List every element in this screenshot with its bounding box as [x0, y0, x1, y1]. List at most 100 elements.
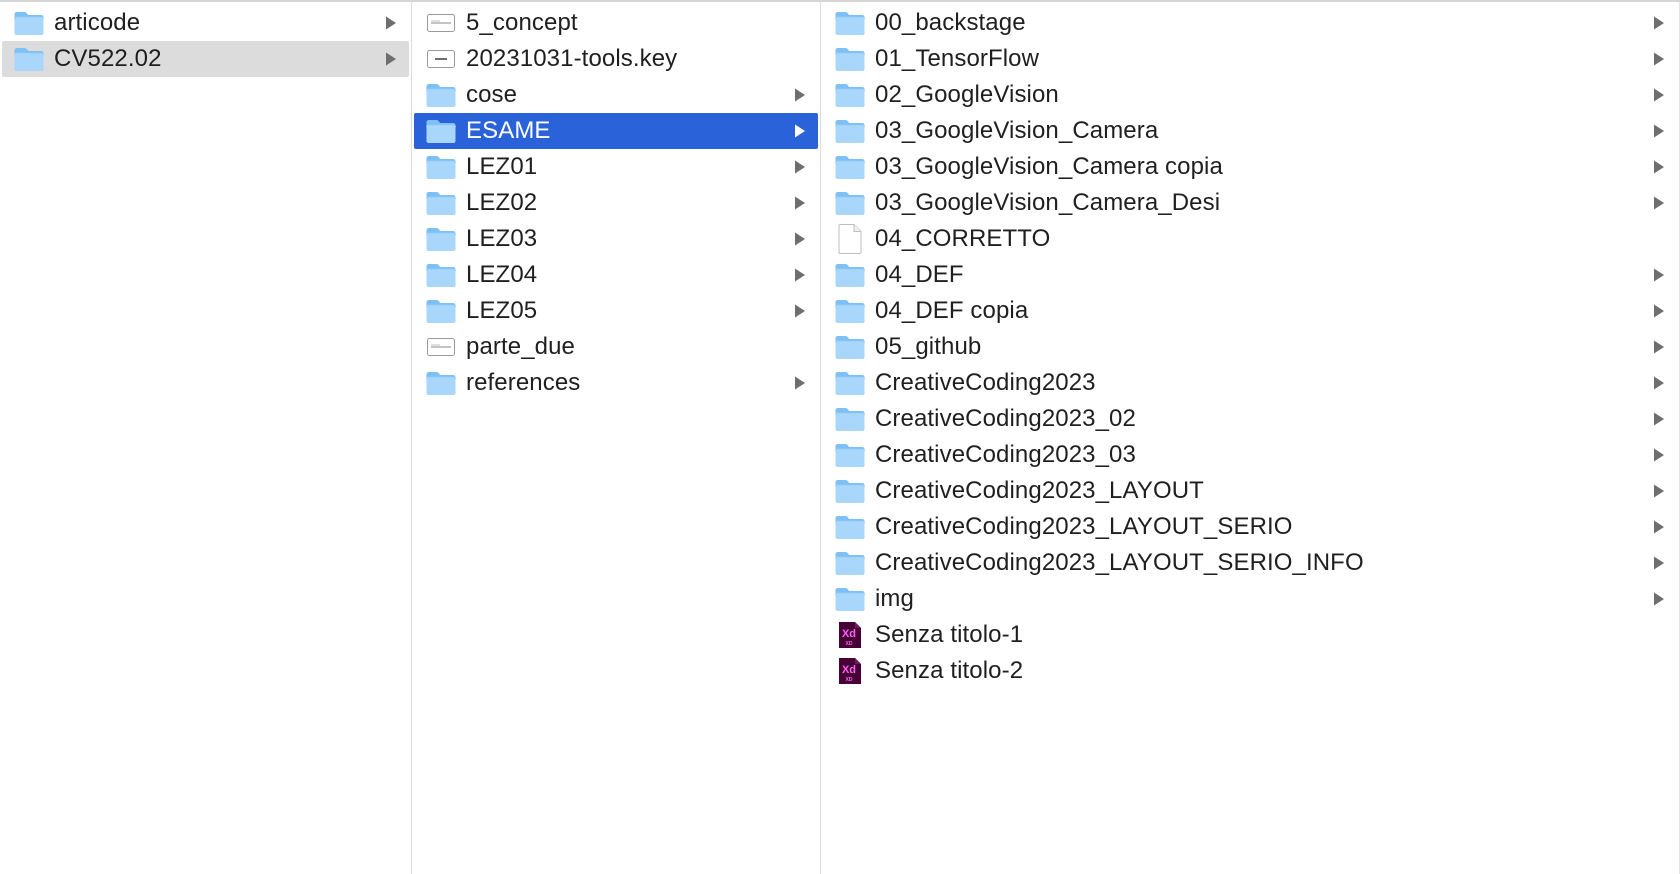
disclosure-arrow-icon: [381, 13, 401, 33]
item-name: 03_GoogleVision_Camera: [875, 117, 1159, 144]
disclosure-arrow-icon: [1649, 517, 1669, 537]
folder-item[interactable]: img: [823, 581, 1677, 617]
folder-icon: [424, 261, 458, 289]
disclosure-arrow-icon: [1649, 265, 1669, 285]
folder-item[interactable]: 03_GoogleVision_Camera copia: [823, 149, 1677, 185]
document-thumbnail-icon: [424, 333, 458, 361]
disclosure-arrow-icon: [1649, 553, 1669, 573]
folder-icon: [424, 369, 458, 397]
file-item[interactable]: 04_CORRETTO: [823, 221, 1677, 257]
folder-icon: [424, 225, 458, 253]
disclosure-arrow-icon: [1649, 409, 1669, 429]
disclosure-arrow-icon: [790, 85, 810, 105]
item-name: CreativeCoding2023_LAYOUT_SERIO_INFO: [875, 549, 1364, 576]
disclosure-arrow-icon: [1649, 49, 1669, 69]
file-item[interactable]: 20231031-tools.key: [414, 41, 818, 77]
folder-item[interactable]: LEZ03: [414, 221, 818, 257]
finder-column-view: articode CV522.02 5_concept 20231031-tools…: [0, 0, 1680, 874]
folder-item[interactable]: 03_GoogleVision_Camera: [823, 113, 1677, 149]
folder-item[interactable]: 05_github: [823, 329, 1677, 365]
item-name: 03_GoogleVision_Camera copia: [875, 153, 1223, 180]
folder-icon: [833, 585, 867, 613]
disclosure-arrow-icon: [1649, 121, 1669, 141]
disclosure-arrow-icon: [381, 49, 401, 69]
file-item[interactable]: Xd XD Senza titolo-2: [823, 653, 1677, 689]
item-name: 02_GoogleVision: [875, 81, 1059, 108]
folder-item[interactable]: cose: [414, 77, 818, 113]
folder-icon: [833, 297, 867, 325]
folder-item[interactable]: CreativeCoding2023_LAYOUT: [823, 473, 1677, 509]
item-name: articode: [54, 9, 141, 36]
item-name: CreativeCoding2023_LAYOUT: [875, 477, 1204, 504]
folder-item[interactable]: 00_backstage: [823, 5, 1677, 41]
folder-item[interactable]: 04_DEF: [823, 257, 1677, 293]
file-item[interactable]: parte_due: [414, 329, 818, 365]
folder-icon: [12, 9, 46, 37]
disclosure-arrow-icon: [790, 301, 810, 321]
blank-document-icon: [833, 224, 867, 254]
folder-item[interactable]: CreativeCoding2023_LAYOUT_SERIO: [823, 509, 1677, 545]
svg-text:Xd: Xd: [842, 628, 856, 640]
item-name: img: [875, 585, 914, 612]
column-2[interactable]: 5_concept 20231031-tools.key cose ESAME LEZ0…: [412, 2, 821, 874]
folder-icon: [12, 45, 46, 73]
folder-item[interactable]: articode: [2, 5, 409, 41]
folder-item[interactable]: 01_TensorFlow: [823, 41, 1677, 77]
disclosure-arrow-icon: [1649, 301, 1669, 321]
folder-icon: [424, 189, 458, 217]
item-name: LEZ05: [466, 297, 538, 324]
folder-icon: [833, 45, 867, 73]
item-name: CV522.02: [54, 45, 162, 72]
folder-item[interactable]: LEZ04: [414, 257, 818, 293]
folder-icon: [424, 81, 458, 109]
item-name: ESAME: [466, 117, 551, 144]
folder-item[interactable]: 02_GoogleVision: [823, 77, 1677, 113]
folder-icon: [833, 477, 867, 505]
folder-item[interactable]: CreativeCoding2023_LAYOUT_SERIO_INFO: [823, 545, 1677, 581]
item-name: Senza titolo-1: [875, 621, 1024, 648]
disclosure-arrow-icon: [1649, 589, 1669, 609]
folder-icon: [424, 297, 458, 325]
column-1[interactable]: articode CV522.02: [0, 2, 412, 874]
folder-icon: [424, 117, 458, 145]
folder-item[interactable]: 04_DEF copia: [823, 293, 1677, 329]
folder-icon: [833, 405, 867, 433]
folder-item[interactable]: ESAME: [414, 113, 818, 149]
disclosure-arrow-icon: [790, 265, 810, 285]
file-item[interactable]: Xd XD Senza titolo-1: [823, 617, 1677, 653]
disclosure-arrow-icon: [1649, 445, 1669, 465]
folder-item[interactable]: 03_GoogleVision_Camera_Desi: [823, 185, 1677, 221]
item-name: 01_TensorFlow: [875, 45, 1040, 72]
folder-icon: [833, 441, 867, 469]
column-3[interactable]: 00_backstage 01_TensorFlow 02_GoogleVision…: [821, 2, 1680, 874]
svg-text:Xd: Xd: [842, 664, 856, 676]
disclosure-arrow-icon: [1649, 157, 1669, 177]
item-name: CreativeCoding2023_03: [875, 441, 1136, 468]
item-name: LEZ02: [466, 189, 538, 216]
file-item[interactable]: 5_concept: [414, 5, 818, 41]
folder-item[interactable]: CreativeCoding2023_02: [823, 401, 1677, 437]
item-name: 5_concept: [466, 9, 578, 36]
folder-icon: [833, 261, 867, 289]
folder-icon: [833, 333, 867, 361]
disclosure-arrow-icon: [1649, 373, 1669, 393]
disclosure-arrow-icon: [1649, 85, 1669, 105]
keynote-file-icon: [424, 45, 458, 73]
folder-icon: [833, 369, 867, 397]
disclosure-arrow-icon: [1649, 193, 1669, 213]
folder-item[interactable]: references: [414, 365, 818, 401]
folder-icon: [833, 9, 867, 37]
item-name: LEZ03: [466, 225, 538, 252]
folder-item[interactable]: CreativeCoding2023_03: [823, 437, 1677, 473]
item-name: 20231031-tools.key: [466, 45, 678, 72]
folder-item[interactable]: LEZ05: [414, 293, 818, 329]
item-name: CreativeCoding2023_LAYOUT_SERIO: [875, 513, 1293, 540]
folder-item[interactable]: LEZ02: [414, 185, 818, 221]
folder-icon: [833, 153, 867, 181]
item-name: references: [466, 369, 581, 396]
item-name: 05_github: [875, 333, 982, 360]
folder-item[interactable]: CreativeCoding2023: [823, 365, 1677, 401]
folder-item[interactable]: LEZ01: [414, 149, 818, 185]
item-name: cose: [466, 81, 518, 108]
folder-item[interactable]: CV522.02: [2, 41, 409, 77]
